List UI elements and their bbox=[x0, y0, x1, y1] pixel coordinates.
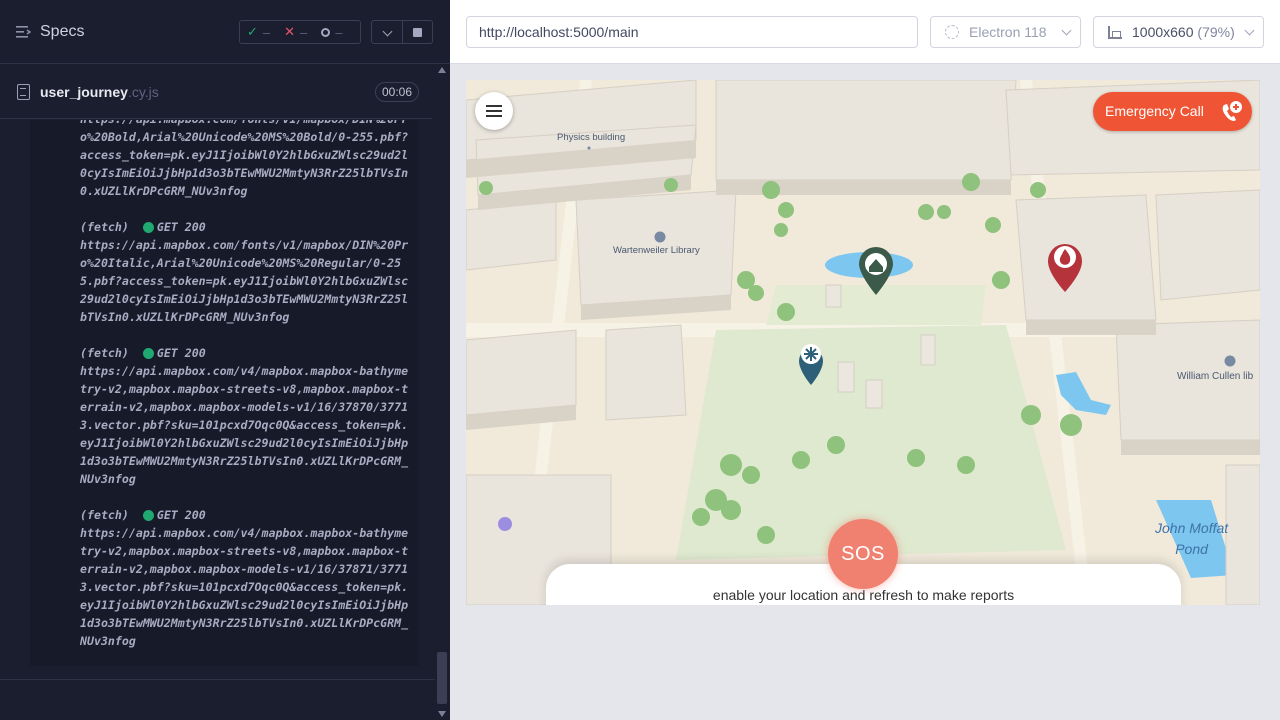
log-status: GET 200 bbox=[156, 220, 206, 234]
passed-stat: ✓ – bbox=[247, 24, 271, 40]
spec-duration: 00:06 bbox=[375, 82, 419, 102]
spec-file-name: user_journey.cy.js bbox=[40, 84, 159, 100]
sos-button[interactable]: SOS bbox=[828, 519, 898, 589]
failed-stat: ✕ – bbox=[284, 24, 308, 40]
log-entry[interactable]: (fetch) GET 200 https://api.mapbox.com/v… bbox=[80, 344, 414, 488]
stop-icon bbox=[413, 28, 422, 37]
scroll-up-arrow-icon[interactable] bbox=[438, 67, 446, 73]
app-viewport[interactable]: Physics building Wartenweiler Library Wi… bbox=[466, 80, 1260, 605]
emergency-call-button[interactable]: Emergency Call bbox=[1093, 92, 1252, 131]
check-icon: ✓ bbox=[247, 24, 258, 39]
specs-list-icon[interactable] bbox=[16, 25, 32, 39]
status-dot-icon bbox=[142, 347, 154, 359]
phone-plus-icon bbox=[1222, 101, 1242, 121]
aut-toolbar: http://localhost:5000/main Electron 118 … bbox=[450, 0, 1280, 64]
log-scrollbar[interactable] bbox=[435, 64, 450, 720]
map-label-physics: Physics building bbox=[557, 132, 626, 143]
map-label-library: Wartenweiler Library bbox=[613, 245, 700, 256]
log-type: (fetch) bbox=[80, 346, 129, 360]
collapse-button[interactable] bbox=[371, 20, 403, 44]
document-icon bbox=[17, 84, 30, 100]
viewport-scale: (79%) bbox=[1197, 24, 1235, 40]
request-url: https://api.mapbox.com/v4/mapbox.mapbox-… bbox=[80, 364, 409, 486]
x-icon: ✕ bbox=[284, 24, 296, 39]
specs-title[interactable]: Specs bbox=[40, 23, 84, 41]
aut-panel: http://localhost:5000/main Electron 118 … bbox=[450, 0, 1280, 720]
browser-selector[interactable]: Electron 118 bbox=[930, 16, 1081, 48]
divider bbox=[0, 679, 435, 680]
test-stats: ✓ – ✕ – – bbox=[239, 20, 361, 44]
menu-button[interactable] bbox=[475, 92, 513, 130]
scroll-down-arrow-icon[interactable] bbox=[438, 711, 446, 717]
chevron-down-icon bbox=[1061, 25, 1072, 36]
electron-icon bbox=[945, 25, 959, 39]
log-type: (fetch) bbox=[80, 508, 129, 522]
log-status: GET 200 bbox=[156, 508, 206, 522]
stop-button[interactable] bbox=[403, 20, 433, 44]
location-message: enable your location and refresh to make… bbox=[712, 587, 1015, 603]
command-log[interactable]: https://api.mapbox.com/fonts/v1/mapbox/D… bbox=[30, 120, 419, 666]
log-type: (fetch) bbox=[80, 220, 129, 234]
request-url: https://api.mapbox.com/fonts/v1/mapbox/D… bbox=[80, 238, 409, 324]
spec-file-row[interactable]: user_journey.cy.js 00:06 bbox=[0, 65, 432, 119]
log-entry[interactable]: https://api.mapbox.com/fonts/v1/mapbox/D… bbox=[80, 120, 414, 200]
map-label-pond: John Moffat Pond bbox=[1155, 520, 1229, 557]
browser-label: Electron 118 bbox=[969, 24, 1047, 40]
cypress-runner-panel: Specs ✓ – ✕ – – user_journey.cy.js 00:06 bbox=[0, 0, 450, 720]
request-url: https://api.mapbox.com/v4/mapbox.mapbox-… bbox=[80, 526, 409, 648]
status-dot-icon bbox=[142, 221, 154, 233]
status-dot-icon bbox=[142, 509, 154, 521]
pending-stat: – bbox=[314, 25, 349, 40]
log-entry[interactable]: (fetch) GET 200 https://api.mapbox.com/v… bbox=[80, 506, 414, 650]
specs-header: Specs ✓ – ✕ – – bbox=[0, 0, 450, 64]
url-field[interactable]: http://localhost:5000/main bbox=[466, 16, 918, 48]
map-label-cullen: William Cullen lib bbox=[1177, 371, 1254, 382]
pending-circle-icon bbox=[321, 27, 331, 37]
request-url: https://api.mapbox.com/fonts/v1/mapbox/D… bbox=[80, 120, 409, 198]
log-status: GET 200 bbox=[156, 346, 206, 360]
chevron-down-icon bbox=[1244, 25, 1255, 36]
viewport-size: 1000x660 bbox=[1132, 24, 1194, 40]
log-entry[interactable]: (fetch) GET 200 https://api.mapbox.com/f… bbox=[80, 218, 414, 326]
chevron-down-icon bbox=[382, 26, 393, 37]
viewport-selector[interactable]: 1000x660 (79%) bbox=[1093, 16, 1264, 48]
viewport-ruler-icon bbox=[1108, 26, 1122, 39]
scroll-thumb[interactable] bbox=[437, 652, 447, 704]
